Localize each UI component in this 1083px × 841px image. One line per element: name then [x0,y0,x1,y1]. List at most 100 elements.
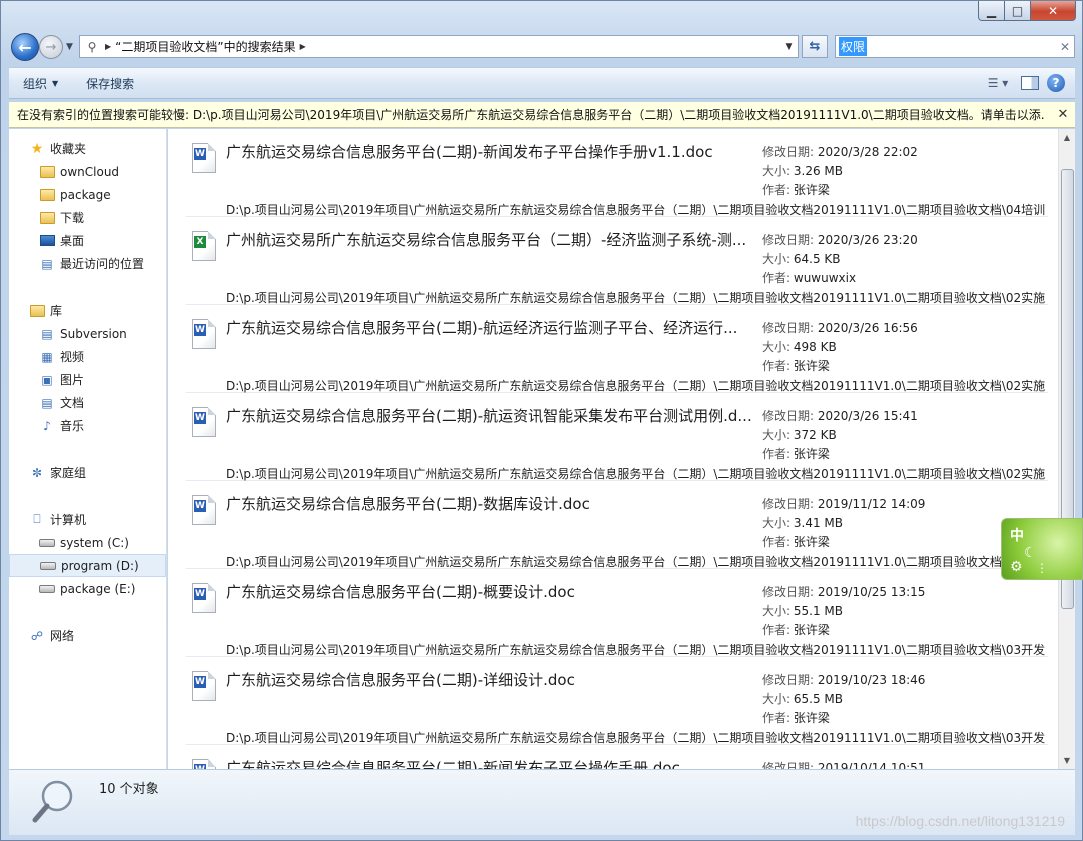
breadcrumb[interactable]: “二期项目验收文档”中的搜索结果 [115,38,295,55]
music-icon: ♪ [43,418,51,433]
sidebar-item-documents[interactable]: ▤ 文档 [9,391,166,414]
file-name[interactable]: 广东航运交易综合信息服务平台(二期)-新闻发布子平台操作手册.doc [226,757,756,769]
search-box[interactable]: 权限 ✕ [835,35,1075,58]
chevron-right-icon[interactable]: ▶ [105,42,111,51]
clear-search-icon[interactable]: ✕ [1056,40,1074,54]
index-info-bar[interactable]: 在没有索引的位置搜索可能较慢: D:\p.项目山河易公司\2019年项目\广州航… [9,102,1075,128]
file-size: 大小: 498 KB [762,340,837,354]
modified-date: 修改日期: 2019/10/23 18:46 [762,673,926,687]
file-size: 大小: 55.1 MB [762,604,843,618]
refresh-button[interactable]: ⇆ [802,35,828,58]
picture-icon: ▣ [41,372,53,387]
sidebar-item-downloads[interactable]: 下载 [9,206,166,229]
search-results-list: W 广东航运交易综合信息服务平台(二期)-新闻发布子平台操作手册v1.1.doc 修… [168,129,1058,769]
video-icon: ▦ [41,349,53,364]
file-name[interactable]: 广东航运交易综合信息服务平台(二期)-航运经济运行监测子平台、经济运行... [226,317,756,338]
file-size: 大小: 65.5 MB [762,692,843,706]
sidebar-item-pictures[interactable]: ▣ 图片 [9,368,166,391]
address-bar[interactable]: ⚲ ▶ “二期项目验收文档”中的搜索结果 ▶ ▼ [79,35,799,58]
ime-toolbar[interactable]: 中 ☾ ⚙ ⋮ [1001,518,1083,580]
file-name[interactable]: 广州航运交易所广东航运交易综合信息服务平台（二期）-经济监测子系统-测... [226,229,756,250]
chevron-down-icon: ▼ [52,78,59,88]
result-item[interactable]: X 广州航运交易所广东航运交易综合信息服务平台（二期）-经济监测子系统-测... 修… [186,217,1048,305]
file-name[interactable]: 广东航运交易综合信息服务平台(二期)-详细设计.doc [226,669,756,690]
file-path: D:\p.项目山河易公司\2019年项目\广州航运交易所广东航运交易综合信息服务… [226,291,1046,305]
file-path: D:\p.项目山河易公司\2019年项目\广州航运交易所广东航运交易综合信息服务… [226,731,1046,745]
system-drive-icon [39,535,55,551]
sidebar-item-package[interactable]: package [9,183,166,206]
file-path: D:\p.项目山河易公司\2019年项目\广州航运交易所广东航运交易综合信息服务… [226,643,1046,657]
sidebar-item-videos[interactable]: ▦ 视频 [9,345,166,368]
file-size: 大小: 3.41 MB [762,516,843,530]
file-name[interactable]: 广东航运交易综合信息服务平台(二期)-新闻发布子平台操作手册v1.1.doc [226,141,756,162]
modified-date: 修改日期: 2020/3/26 23:20 [762,233,918,247]
sidebar-item-drive-d[interactable]: program (D:) [9,554,166,577]
maximize-button[interactable]: □ [1005,1,1031,21]
sidebar-item-libraries[interactable]: 库 [9,299,166,322]
punctuation-icon[interactable]: ⋮ [1036,561,1048,575]
chevron-right-icon[interactable]: ▶ [300,42,306,51]
sidebar-item-desktop[interactable]: 桌面 [9,229,166,252]
result-item[interactable]: W 广东航运交易综合信息服务平台(二期)-航运经济运行监测子平台、经济运行... 修… [186,305,1048,393]
sidebar-item-network[interactable]: ☍ 网络 [9,624,166,647]
close-info-bar-icon[interactable]: ✕ [1051,107,1075,122]
word-file-icon: W [192,143,216,173]
sidebar-item-recent[interactable]: ▤ 最近访问的位置 [9,252,166,275]
folder-icon [39,164,55,180]
excel-file-icon: X [192,231,216,261]
file-name[interactable]: 广东航运交易综合信息服务平台(二期)-航运资讯智能采集发布平台测试用例.d... [226,405,756,426]
sidebar-item-drive-e[interactable]: package (E:) [9,577,166,600]
file-name[interactable]: 广东航运交易综合信息服务平台(二期)-数据库设计.doc [226,493,756,514]
organize-menu[interactable]: 组织 ▼ [9,75,72,92]
change-view-icon[interactable]: ☰ ▾ [983,74,1013,92]
file-type-badge: W [194,676,206,688]
minimize-button[interactable]: ▁ [978,1,1005,21]
sidebar-item-favorites[interactable]: ★ 收藏夹 [9,137,166,160]
search-input[interactable]: 权限 [839,37,868,56]
file-author: 作者: 张许梁 [762,623,830,637]
result-item[interactable]: W 广东航运交易综合信息服务平台(二期)-新闻发布子平台操作手册.doc 修改日期:… [186,745,1048,769]
file-path: D:\p.项目山河易公司\2019年项目\广州航运交易所广东航运交易综合信息服务… [226,203,1046,217]
vertical-scrollbar[interactable]: ▲ ▼ [1058,129,1075,769]
scroll-down-icon[interactable]: ▼ [1059,752,1075,769]
preview-pane-icon[interactable] [1021,76,1039,90]
word-file-icon: W [192,671,216,701]
watermark-text: https://blog.csdn.net/litong131219 [855,813,1065,829]
word-file-icon: W [192,495,216,525]
recent-pages-dropdown[interactable]: ▼ [66,42,73,52]
library-icon [29,303,45,319]
half-width-moon-icon[interactable]: ☾ [1024,545,1037,561]
search-location-icon: ⚲ [87,39,97,54]
file-type-badge: X [194,236,206,248]
explorer-window: ▁ □ ✕ ← → ▼ ⚲ ▶ “二期项目验收文档”中的搜索结果 ▶ ▼ ⇆ 权… [0,0,1083,841]
result-item[interactable]: W 广东航运交易综合信息服务平台(二期)-详细设计.doc 修改日期: 2019/1… [186,657,1048,745]
back-button[interactable]: ← [11,33,39,61]
result-item[interactable]: W 广东航运交易综合信息服务平台(二期)-航运资讯智能采集发布平台测试用例.d..… [186,393,1048,481]
file-size: 大小: 64.5 KB [762,252,841,266]
scroll-up-icon[interactable]: ▲ [1059,129,1075,146]
document-icon: ▤ [41,395,53,410]
navigation-row: ← → ▼ ⚲ ▶ “二期项目验收文档”中的搜索结果 ▶ ▼ ⇆ 权限 ✕ [9,33,1075,61]
sidebar-item-homegroup[interactable]: ✼ 家庭组 [9,461,166,484]
drive-icon [39,581,55,597]
result-item[interactable]: W 广东航运交易综合信息服务平台(二期)-数据库设计.doc 修改日期: 2019/… [186,481,1048,569]
save-search-button[interactable]: 保存搜索 [72,75,148,92]
sidebar-item-drive-c[interactable]: system (C:) [9,531,166,554]
document-library-icon: ▤ [41,326,53,341]
forward-button[interactable]: → [39,35,63,59]
folder-icon [39,210,55,226]
sidebar-item-subversion[interactable]: ▤ Subversion [9,322,166,345]
ime-mode-label[interactable]: 中 [1010,525,1024,545]
file-name[interactable]: 广东航运交易综合信息服务平台(二期)-概要设计.doc [226,581,756,602]
sidebar-item-music[interactable]: ♪ 音乐 [9,414,166,437]
result-item[interactable]: W 广东航运交易综合信息服务平台(二期)-新闻发布子平台操作手册v1.1.doc 修… [186,129,1048,217]
gear-icon[interactable]: ⚙ [1010,559,1023,575]
help-icon[interactable]: ? [1047,74,1065,92]
recent-places-icon: ▤ [41,256,53,271]
sidebar-item-computer[interactable]: ⎕ 计算机 [9,508,166,531]
sidebar-item-owncloud[interactable]: ownCloud [9,160,166,183]
close-button[interactable]: ✕ [1031,1,1076,21]
result-item[interactable]: W 广东航运交易综合信息服务平台(二期)-概要设计.doc 修改日期: 2019/1… [186,569,1048,657]
address-dropdown-icon[interactable]: ▼ [780,42,798,52]
word-file-icon: W [192,319,216,349]
